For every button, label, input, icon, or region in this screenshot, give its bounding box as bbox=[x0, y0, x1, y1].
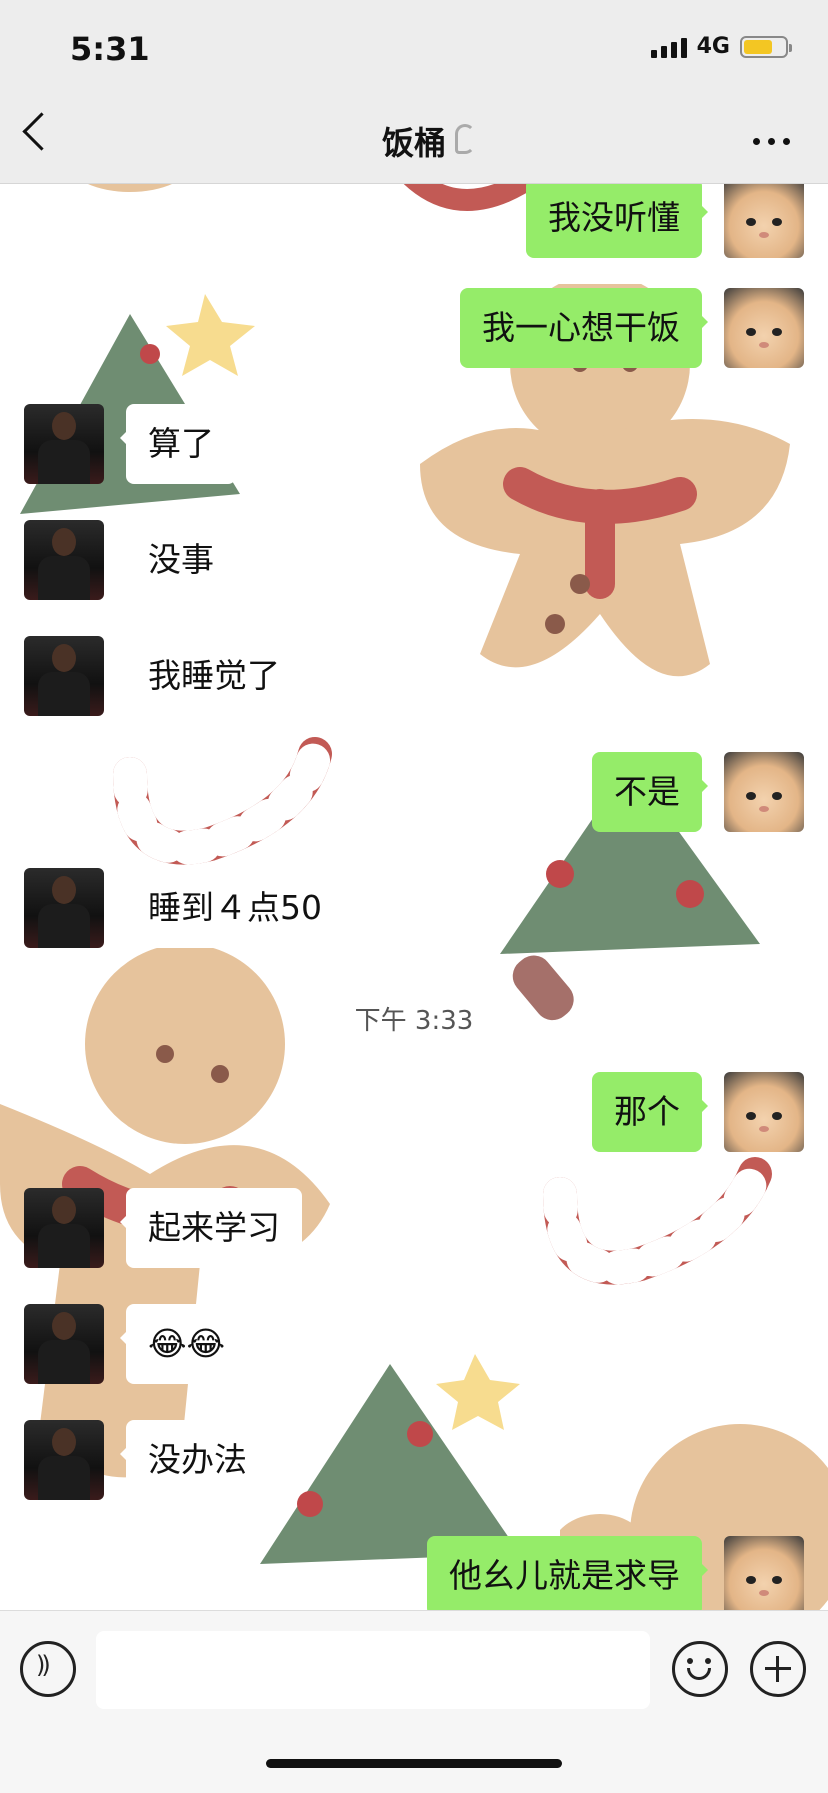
message-bubble[interactable]: 😂😂 bbox=[119, 1304, 248, 1384]
message-sent: 我没听懂 bbox=[526, 184, 804, 258]
message-received: 我睡觉了 bbox=[24, 636, 302, 716]
message-received: 算了 bbox=[24, 404, 236, 484]
candy-cane-decoration bbox=[543, 1157, 772, 1285]
friend-avatar[interactable] bbox=[24, 1420, 104, 1500]
signal-icon bbox=[650, 36, 687, 58]
my-avatar[interactable] bbox=[724, 752, 804, 832]
input-bar bbox=[0, 1610, 828, 1793]
message-received: 😂😂 bbox=[24, 1304, 248, 1384]
message-bubble[interactable]: 我没听懂 bbox=[526, 184, 708, 258]
message-received: 没事 bbox=[24, 520, 236, 600]
friend-avatar[interactable] bbox=[24, 1188, 104, 1268]
chat-area: 我没听懂 我一心想干饭 算了 没事 我睡觉了 不是 睡到４点50 下午 3:33… bbox=[0, 184, 828, 1610]
battery-icon bbox=[740, 35, 792, 58]
my-avatar[interactable] bbox=[724, 184, 804, 258]
message-sent: 他幺儿就是求导 bbox=[427, 1536, 804, 1610]
plus-icon[interactable] bbox=[750, 1641, 806, 1697]
my-avatar[interactable] bbox=[724, 288, 804, 368]
message-bubble[interactable]: 睡到４点50 bbox=[120, 868, 344, 948]
message-bubble[interactable]: 不是 bbox=[592, 752, 708, 832]
voice-input-icon[interactable] bbox=[20, 1641, 76, 1697]
message-bubble[interactable]: 起来学习 bbox=[120, 1188, 302, 1268]
message-input[interactable] bbox=[96, 1631, 650, 1709]
message-bubble[interactable]: 算了 bbox=[120, 404, 236, 484]
status-icons: 4G bbox=[650, 34, 792, 59]
top-bar: 5:31 4G 饭桶 bbox=[0, 0, 828, 184]
my-avatar[interactable] bbox=[724, 1072, 804, 1152]
message-sent: 那个 bbox=[592, 1072, 804, 1152]
friend-avatar[interactable] bbox=[24, 1304, 104, 1384]
friend-avatar[interactable] bbox=[24, 520, 104, 600]
candy-cane-decoration bbox=[113, 737, 332, 865]
status-time: 5:31 bbox=[70, 30, 150, 68]
message-received: 睡到４点50 bbox=[24, 868, 344, 948]
gingerbread-decoration bbox=[88, 184, 172, 192]
network-type: 4G bbox=[696, 34, 730, 59]
message-sent: 不是 bbox=[592, 752, 804, 832]
message-timestamp: 下午 3:33 bbox=[354, 1006, 474, 1036]
message-received: 起来学习 bbox=[24, 1188, 302, 1268]
emoji-icon[interactable] bbox=[672, 1641, 728, 1697]
more-options-icon[interactable] bbox=[753, 138, 790, 145]
message-bubble[interactable]: 没事 bbox=[120, 520, 236, 600]
message-bubble[interactable]: 没办法 bbox=[120, 1420, 269, 1500]
home-indicator[interactable] bbox=[266, 1759, 562, 1768]
chat-title: 饭桶 bbox=[381, 124, 446, 162]
friend-avatar[interactable] bbox=[24, 636, 104, 716]
friend-avatar[interactable] bbox=[24, 404, 104, 484]
candy-cane-decoration bbox=[403, 184, 530, 211]
my-avatar[interactable] bbox=[724, 1536, 804, 1610]
message-bubble[interactable]: 他幺儿就是求导 bbox=[427, 1536, 708, 1610]
message-bubble[interactable]: 我睡觉了 bbox=[120, 636, 302, 716]
message-sent: 我一心想干饭 bbox=[460, 288, 804, 368]
message-bubble[interactable]: 我一心想干饭 bbox=[460, 288, 708, 368]
message-bubble[interactable]: 那个 bbox=[592, 1072, 708, 1152]
message-received: 没办法 bbox=[24, 1420, 269, 1500]
earpiece-mode-icon bbox=[455, 124, 475, 154]
friend-avatar[interactable] bbox=[24, 868, 104, 948]
